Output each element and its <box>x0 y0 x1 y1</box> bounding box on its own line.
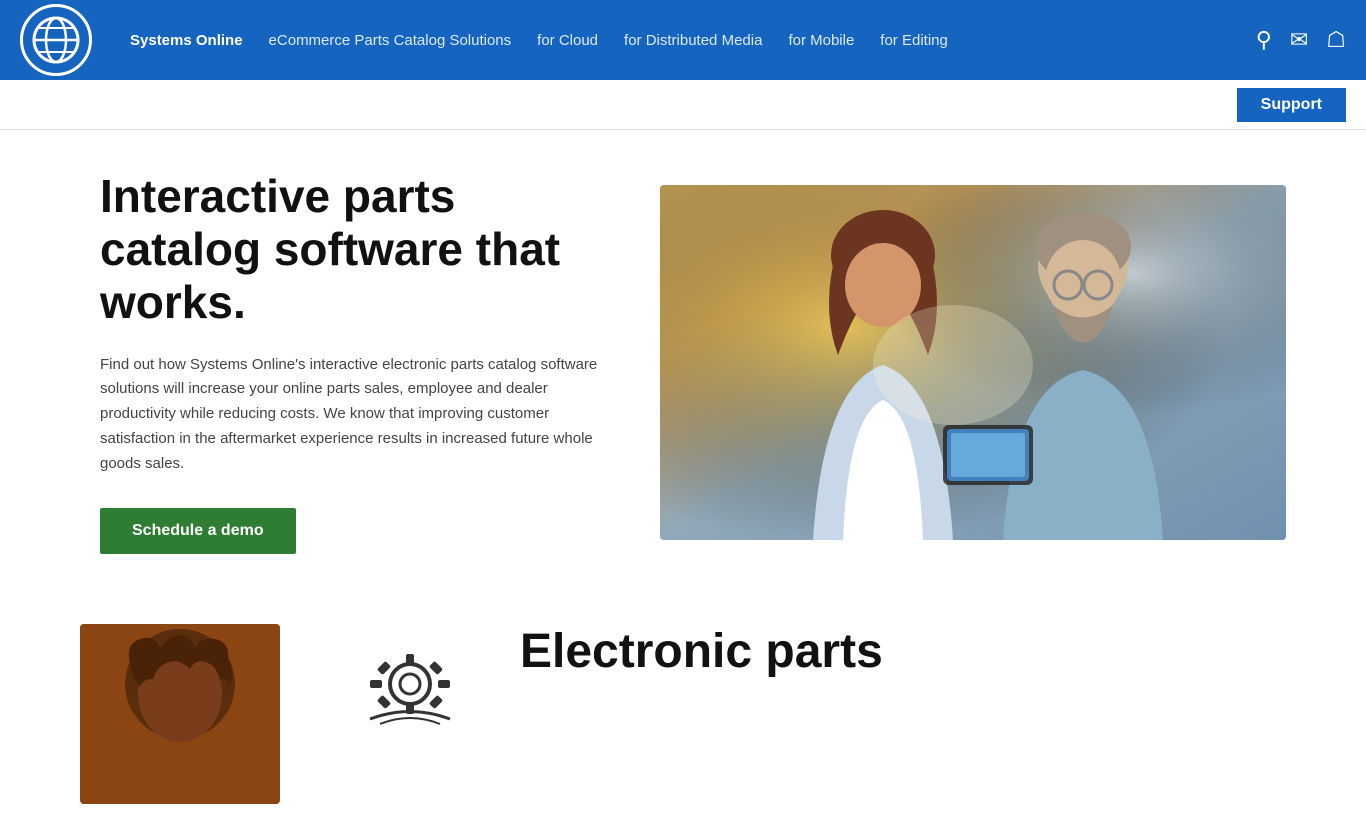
hero-image-overlay <box>660 185 1286 540</box>
support-button[interactable]: Support <box>1237 88 1346 122</box>
nav-links: Systems Online eCommerce Parts Catalog S… <box>122 32 1256 49</box>
bottom-image <box>80 624 280 804</box>
hero-description: Find out how Systems Online's interactiv… <box>100 353 600 477</box>
bottom-right: Electronic parts <box>340 624 1286 734</box>
logo[interactable] <box>20 4 92 76</box>
search-icon[interactable]: ⚲ <box>1256 27 1272 53</box>
navbar: Systems Online eCommerce Parts Catalog S… <box>0 0 1366 80</box>
hero-text: Interactive parts catalog software that … <box>100 170 600 554</box>
nav-for-mobile[interactable]: for Mobile <box>780 32 862 49</box>
hero-section: Interactive parts catalog software that … <box>0 130 1366 594</box>
nav-for-distributed-media[interactable]: for Distributed Media <box>616 32 770 49</box>
mail-icon[interactable]: ✉ <box>1290 27 1308 53</box>
bottom-section: Electronic parts <box>0 594 1366 834</box>
bottom-title-container: Electronic parts <box>520 624 883 679</box>
nav-for-editing[interactable]: for Editing <box>872 32 956 49</box>
nav-icons: ⚲ ✉ ☖ <box>1256 27 1346 53</box>
bottom-icon-area <box>340 624 480 734</box>
support-bar: Support <box>0 80 1366 130</box>
schedule-demo-button[interactable]: Schedule a demo <box>100 508 296 554</box>
bottom-title: Electronic parts <box>520 624 883 679</box>
nav-systems-online[interactable]: Systems Online <box>122 32 251 49</box>
user-icon[interactable]: ☖ <box>1326 27 1346 53</box>
hero-image <box>660 185 1286 540</box>
nav-for-cloud[interactable]: for Cloud <box>529 32 606 49</box>
nav-ecommerce[interactable]: eCommerce Parts Catalog Solutions <box>261 32 520 49</box>
hero-title: Interactive parts catalog software that … <box>100 170 600 329</box>
